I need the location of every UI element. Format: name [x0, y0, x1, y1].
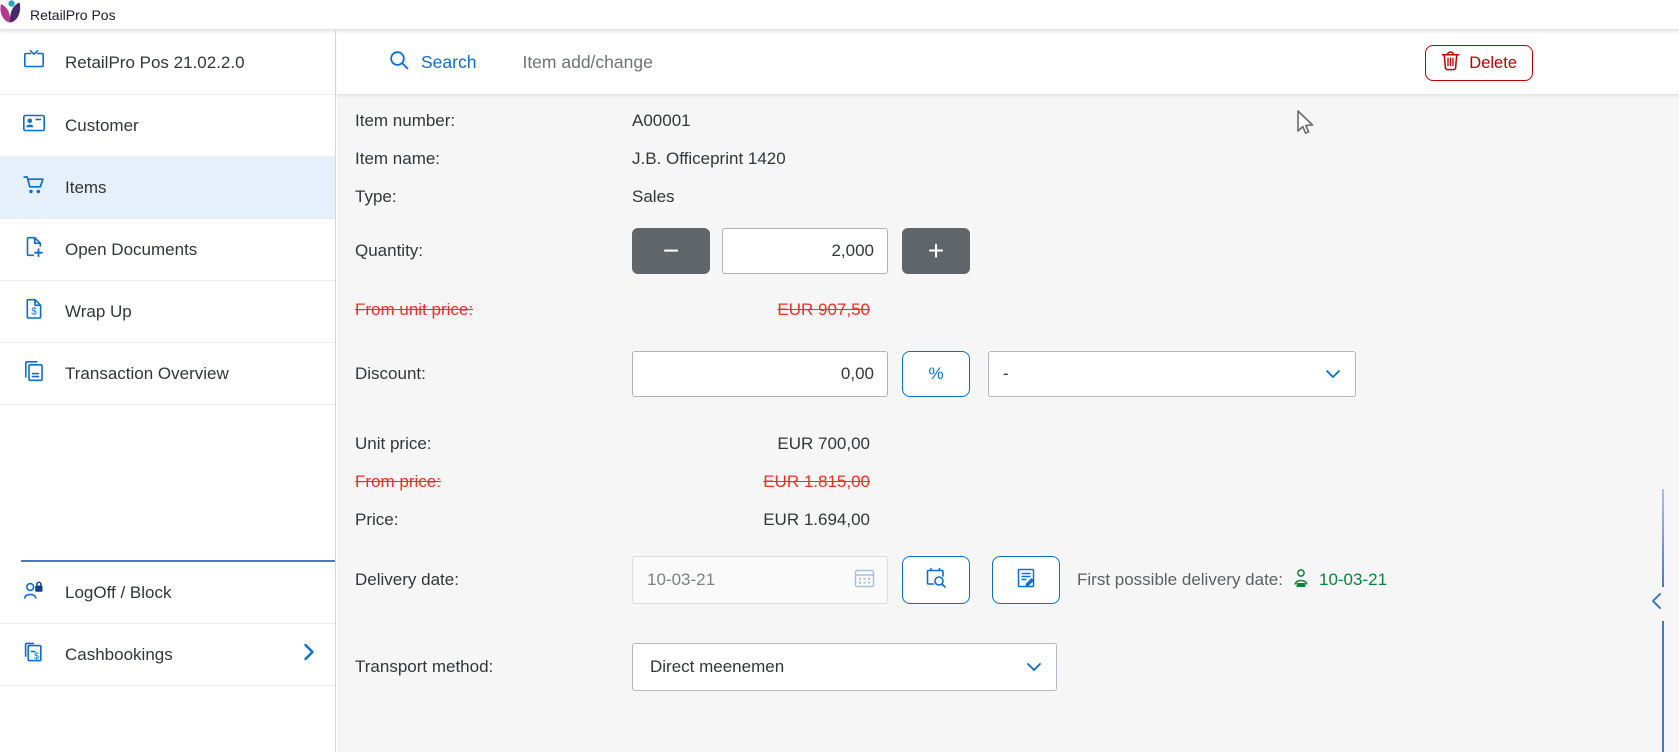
sidebar-item-label: Transaction Overview: [65, 364, 229, 384]
sidebar-item-label: RetailPro Pos 21.02.2.0: [65, 53, 245, 73]
delete-button-label: Delete: [1469, 54, 1517, 73]
sidebar-item-version[interactable]: RetailPro Pos 21.02.2.0: [0, 31, 335, 95]
chevron-down-icon: [1325, 364, 1341, 384]
first-possible-delivery-value: 10-03-21: [1319, 570, 1387, 590]
sidebar-item-label: Customer: [65, 116, 139, 136]
window-titlebar: RetailPro Pos: [0, 0, 1679, 30]
cart-icon: [21, 172, 47, 203]
transport-method-label: Transport method:: [355, 654, 493, 680]
sidebar-item-label: Cashbookings: [65, 645, 173, 665]
sidebar-item-cashbookings[interactable]: $ Cashbookings: [0, 624, 335, 686]
quantity-label: Quantity:: [355, 238, 423, 264]
search-label: Search: [421, 52, 476, 73]
item-name-value: J.B. Officeprint 1420: [632, 146, 786, 172]
chevron-left-icon[interactable]: [1650, 592, 1664, 615]
discount-percent-button[interactable]: %: [902, 351, 970, 397]
sidebar-item-transaction-overview[interactable]: Transaction Overview: [0, 343, 335, 405]
delete-button[interactable]: Delete: [1425, 45, 1533, 81]
calendar-lookup-button[interactable]: [902, 556, 970, 604]
sidebar-item-customer[interactable]: Customer: [0, 95, 335, 157]
pos-terminal-icon: [21, 47, 47, 78]
retailpro-pos-window: RetailPro Pos RetailPro Pos 21.02.2.0: [0, 0, 1679, 752]
sidebar-item-label: Wrap Up: [65, 302, 132, 322]
sidebar-footer: LogOff / Block $ Cashbookings: [0, 560, 335, 686]
transport-method-select[interactable]: Direct meenemen: [632, 643, 1057, 691]
delivery-date-input: 10-03-21: [632, 556, 888, 604]
search-button[interactable]: Search: [387, 48, 476, 77]
first-possible-delivery-label: First possible delivery date:: [1077, 570, 1283, 590]
discount-type-value: -: [1003, 364, 1009, 384]
documents-overview-icon: [21, 358, 47, 389]
from-price-label: From price:: [355, 469, 441, 495]
from-price-value: EUR 1.815,00: [632, 469, 870, 495]
item-name-label: Item name:: [355, 146, 440, 172]
calendar-icon: [854, 568, 875, 593]
price-value: EUR 1.694,00: [632, 507, 870, 533]
cash-documents-icon: $: [21, 639, 47, 670]
chevron-down-icon: [1026, 657, 1042, 677]
delivery-date-label: Delivery date:: [355, 567, 459, 593]
price-label: Price:: [355, 507, 398, 533]
document-money-icon: $: [21, 296, 47, 327]
panel-splitter[interactable]: [1662, 621, 1664, 752]
sidebar-item-items[interactable]: Items: [0, 157, 335, 219]
quantity-input[interactable]: [722, 228, 888, 274]
sidebar-item-open-documents[interactable]: Open Documents: [0, 219, 335, 281]
discount-type-select[interactable]: -: [988, 351, 1356, 397]
sidebar-item-label: Open Documents: [65, 240, 197, 260]
svg-text:$: $: [34, 651, 39, 661]
svg-text:$: $: [31, 307, 37, 318]
delivery-date-value: 10-03-21: [647, 570, 715, 590]
sidebar-item-logoff-block[interactable]: LogOff / Block: [0, 562, 335, 624]
sidebar: RetailPro Pos 21.02.2.0 Customer: [0, 31, 336, 752]
sidebar-item-label: LogOff / Block: [65, 583, 171, 603]
sidebar-item-label: Items: [65, 178, 107, 198]
user-lock-icon: [21, 577, 47, 608]
window-title: RetailPro Pos: [30, 7, 116, 23]
app-logo-icon: [0, 0, 23, 31]
main-header: Search Item add/change Delete: [337, 31, 1679, 95]
search-icon: [387, 48, 411, 77]
chevron-right-icon: [303, 643, 315, 666]
item-number-value: A00001: [632, 108, 691, 134]
customer-card-icon: [21, 110, 47, 141]
sidebar-item-wrap-up[interactable]: $ Wrap Up: [0, 281, 335, 343]
calendar-search-icon: [924, 566, 948, 595]
quantity-decrease-button[interactable]: −: [632, 228, 710, 274]
item-form: Item number: A00001 Item name: J.B. Offi…: [337, 95, 1679, 752]
page-title: Item add/change: [522, 52, 652, 73]
transport-method-value: Direct meenemen: [650, 657, 784, 677]
delivery-person-icon: [1292, 568, 1310, 593]
from-unit-price-value: EUR 907,50: [632, 297, 870, 323]
discount-label: Discount:: [355, 361, 426, 387]
trash-icon: [1441, 50, 1460, 76]
item-number-label: Item number:: [355, 108, 455, 134]
quantity-increase-button[interactable]: +: [902, 228, 970, 274]
delivery-notes-button[interactable]: [992, 556, 1060, 604]
unit-price-label: Unit price:: [355, 431, 432, 457]
type-value: Sales: [632, 184, 675, 210]
type-label: Type:: [355, 184, 397, 210]
document-add-icon: [21, 234, 47, 265]
panel-splitter[interactable]: [1662, 489, 1664, 587]
first-possible-delivery: First possible delivery date: 10-03-21: [1077, 556, 1387, 604]
discount-input[interactable]: [632, 351, 888, 397]
from-unit-price-label: From unit price:: [355, 297, 473, 323]
notepad-icon: [1015, 567, 1037, 594]
unit-price-value: EUR 700,00: [632, 431, 870, 457]
